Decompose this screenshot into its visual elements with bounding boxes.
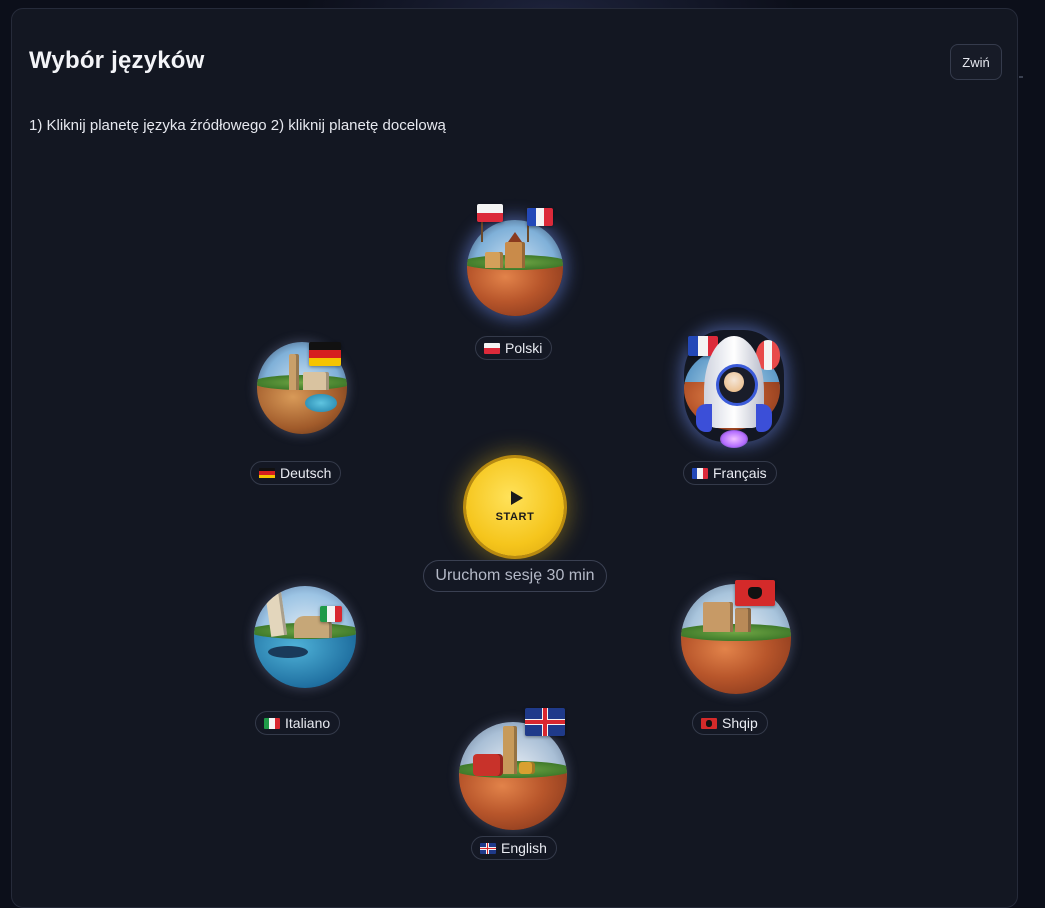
flag-fr-icon [692, 467, 708, 479]
language-label-francais[interactable]: Français [683, 461, 777, 485]
flag-gb-icon [480, 842, 496, 854]
planet-sphere [254, 586, 356, 688]
language-label-polski[interactable]: Polski [475, 336, 553, 360]
instruction-text: 1) Kliknij planetę języka źródłowego 2) … [29, 117, 446, 134]
scrollbar-marker [1019, 76, 1023, 78]
taxi-icon [519, 762, 535, 774]
planet-polski[interactable] [467, 204, 563, 316]
flag-gb-icon [525, 708, 565, 736]
planet-francais[interactable] [684, 330, 784, 448]
language-name: Italiano [285, 715, 331, 731]
castle-icon [703, 602, 733, 632]
language-name: Deutsch [280, 465, 332, 481]
planet-sphere [459, 722, 567, 830]
big-ben-icon [503, 726, 517, 774]
church-icon [505, 242, 525, 268]
language-label-deutsch[interactable]: Deutsch [250, 461, 342, 485]
collapse-button[interactable]: Zwiń [950, 44, 1002, 80]
flag-de-icon [259, 467, 275, 479]
flag-it-icon [264, 717, 280, 729]
flag-de-icon [309, 342, 341, 366]
page-title: Wybór języków [29, 47, 205, 74]
gondola-icon [268, 646, 308, 658]
language-name: Français [713, 465, 767, 481]
planet-shqip[interactable] [681, 580, 791, 694]
tower-icon [289, 354, 299, 390]
session-duration-label: Uruchom sesję 30 min [423, 560, 607, 592]
start-button[interactable]: START [466, 458, 564, 556]
flag-pl-icon [477, 204, 503, 222]
flag-al-icon [701, 717, 717, 729]
language-label-italiano[interactable]: Italiano [255, 711, 341, 735]
flag-fr-icon [527, 208, 553, 226]
flag-pl-icon [484, 342, 500, 354]
planet-italiano[interactable] [254, 586, 356, 688]
flag-it-icon [320, 606, 342, 622]
planet-english[interactable] [459, 708, 567, 830]
language-name: Shqip [722, 715, 758, 731]
cat-icon [724, 372, 744, 392]
language-label-shqip[interactable]: Shqip [692, 711, 768, 735]
language-label-english[interactable]: English [471, 836, 557, 860]
bus-icon [473, 754, 503, 776]
planet-deutsch[interactable] [257, 342, 347, 434]
play-icon [510, 491, 523, 505]
language-name: English [501, 840, 547, 856]
start-label: START [495, 511, 535, 523]
flag-al-icon [735, 580, 775, 606]
language-name: Polski [505, 340, 543, 356]
